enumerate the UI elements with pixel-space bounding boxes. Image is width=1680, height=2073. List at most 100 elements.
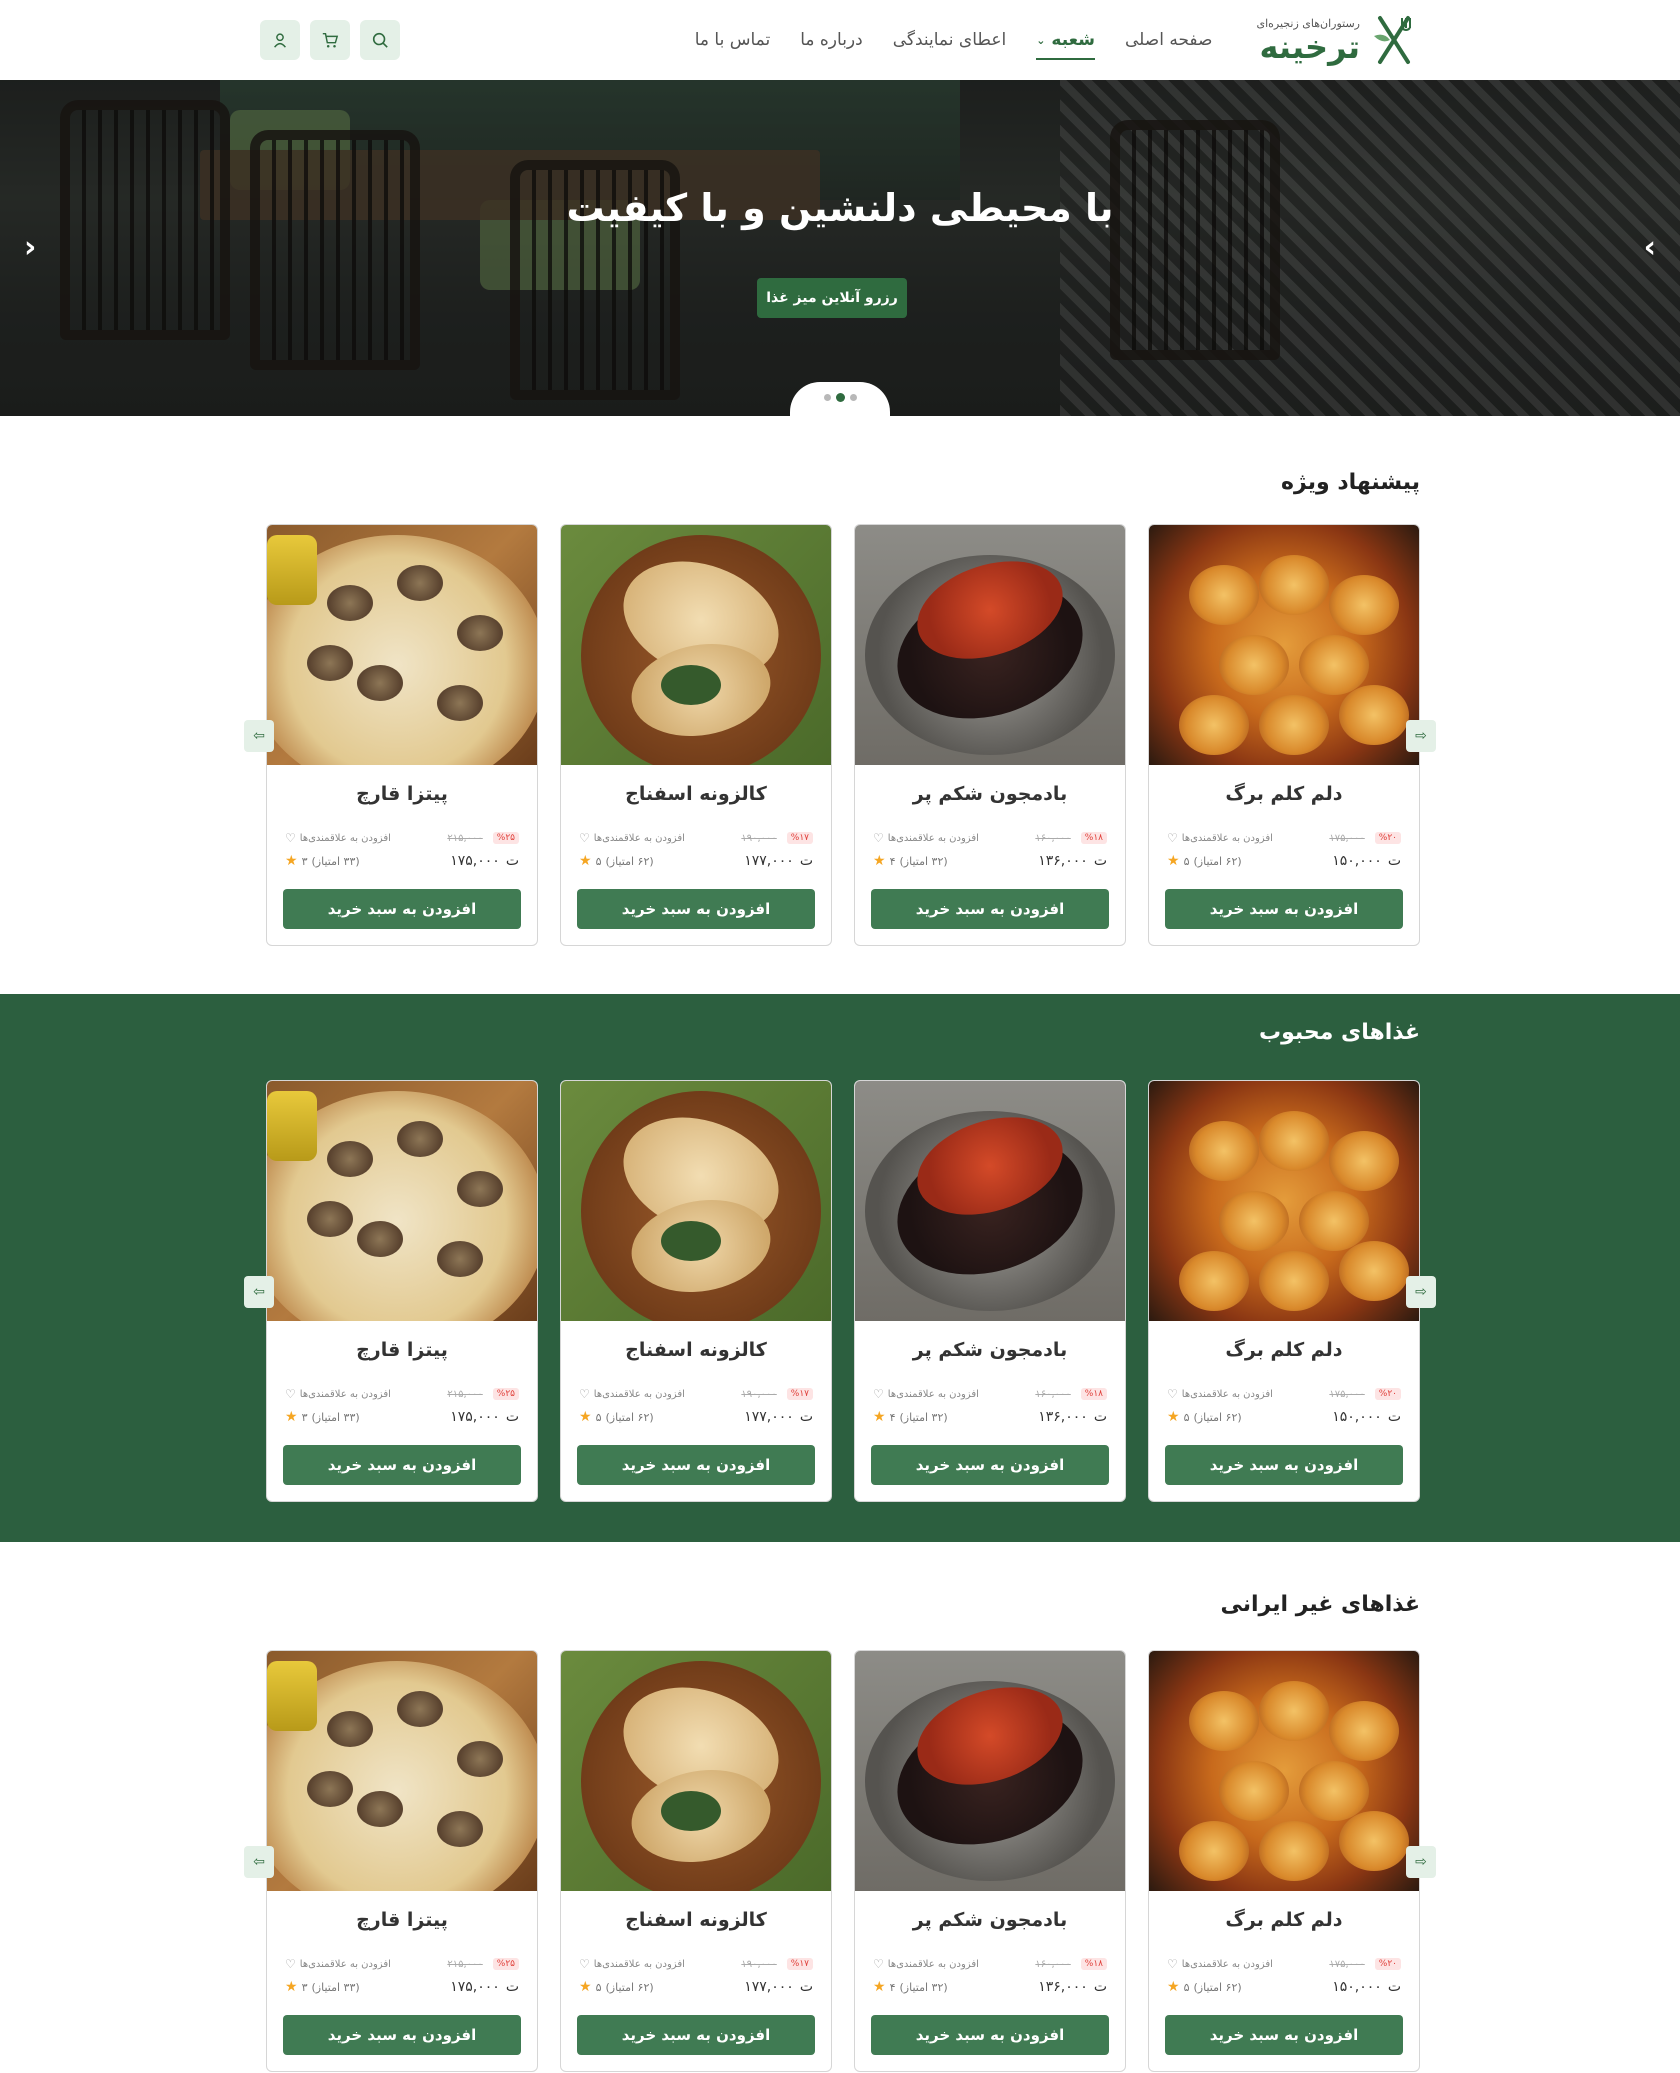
food-detail <box>1219 1191 1289 1251</box>
add-to-cart-button[interactable]: افزودن به سبد خرید <box>1165 1445 1403 1485</box>
nav-item-branch[interactable]: شعبه ⌄ <box>1036 20 1095 60</box>
product-card[interactable]: کالزونه اسفناج %۱۷ ۱۹۰,۰۰۰ افزودن به علا… <box>560 1080 832 1502</box>
product-card[interactable]: بادمجون شکم پر %۱۸ ۱۶۰,۰۰۰ افزودن به علا… <box>854 524 1126 946</box>
slider-dot-active[interactable] <box>835 392 845 402</box>
food-image[interactable] <box>855 525 1125 765</box>
price-value: ۱۵۰,۰۰۰ <box>1332 853 1382 869</box>
product-card[interactable]: پیتزا قارچ %۲۵ ۲۱۵,۰۰۰ افزودن به علاقمند… <box>266 1650 538 2072</box>
product-name[interactable]: پیتزا قارچ <box>267 1909 537 1931</box>
reserve-table-button[interactable]: رزرو آنلاین میز غذا <box>757 278 907 318</box>
carousel-next-arrow-icon[interactable]: ⇨ <box>1406 720 1436 752</box>
product-card[interactable]: پیتزا قارچ %۲۵ ۲۱۵,۰۰۰ افزودن به علاقمند… <box>266 524 538 946</box>
carousel-prev-arrow-icon[interactable]: ⇦ <box>244 1846 274 1878</box>
food-image[interactable] <box>561 1651 831 1891</box>
product-name[interactable]: بادمجون شکم پر <box>855 1339 1125 1361</box>
add-to-wishlist[interactable]: افزودن به علاقمندی‌ها ♡ <box>873 831 979 845</box>
food-detail <box>1189 1691 1259 1751</box>
product-name[interactable]: دلم کلم برگ <box>1149 783 1419 805</box>
slider-dot[interactable] <box>849 393 857 401</box>
food-image[interactable] <box>855 1081 1125 1321</box>
search-button[interactable] <box>360 20 400 60</box>
heart-icon: ♡ <box>285 1957 296 1971</box>
nav-item-home[interactable]: صفحه اصلی <box>1125 20 1212 60</box>
food-image[interactable] <box>561 525 831 765</box>
food-image[interactable] <box>267 1651 537 1891</box>
rating: (۶۲ امتیاز) ۵ ★ <box>1167 1409 1242 1425</box>
votes-count: (۳۳ امتیاز) <box>311 1980 360 1994</box>
food-image[interactable] <box>855 1651 1125 1891</box>
food-detail <box>397 565 443 601</box>
user-button[interactable] <box>260 20 300 60</box>
product-name[interactable]: بادمجون شکم پر <box>855 783 1125 805</box>
logo[interactable]: رستوران‌های زنجیره‌ای ترخینه <box>1256 10 1420 70</box>
add-to-wishlist[interactable]: افزودن به علاقمندی‌ها ♡ <box>579 1957 685 1971</box>
product-card[interactable]: دلم کلم برگ %۲۰ ۱۷۵,۰۰۰ افزودن به علاقمن… <box>1148 524 1420 946</box>
product-name[interactable]: دلم کلم برگ <box>1149 1909 1419 1931</box>
add-to-wishlist[interactable]: افزودن به علاقمندی‌ها ♡ <box>873 1387 979 1401</box>
votes-count: (۳۲ امتیاز) <box>899 1980 948 1994</box>
food-image[interactable] <box>267 525 537 765</box>
rating: (۳۲ امتیاز) ۴ ★ <box>873 1409 948 1425</box>
product-name[interactable]: پیتزا قارچ <box>267 783 537 805</box>
add-to-cart-button[interactable]: افزودن به سبد خرید <box>1165 889 1403 929</box>
carousel-next-arrow-icon[interactable]: ⇨ <box>1406 1276 1436 1308</box>
discount-badge: %۱۸ <box>1080 1958 1107 1970</box>
product-card[interactable]: بادمجون شکم پر %۱۸ ۱۶۰,۰۰۰ افزودن به علا… <box>854 1650 1126 2072</box>
food-detail <box>357 1221 403 1257</box>
add-to-wishlist[interactable]: افزودن به علاقمندی‌ها ♡ <box>1167 1957 1273 1971</box>
add-to-wishlist[interactable]: افزودن به علاقمندی‌ها ♡ <box>873 1957 979 1971</box>
add-to-cart-button[interactable]: افزودن به سبد خرید <box>577 889 815 929</box>
product-name[interactable]: بادمجون شکم پر <box>855 1909 1125 1931</box>
nav-item-about[interactable]: درباره ما <box>800 20 863 60</box>
add-to-cart-button[interactable]: افزودن به سبد خرید <box>871 2015 1109 2055</box>
add-to-wishlist[interactable]: افزودن به علاقمندی‌ها ♡ <box>1167 1387 1273 1401</box>
product-card[interactable]: دلم کلم برگ %۲۰ ۱۷۵,۰۰۰ افزودن به علاقمن… <box>1148 1650 1420 2072</box>
price-value: ۱۷۷,۰۰۰ <box>744 1409 794 1425</box>
add-to-cart-button[interactable]: افزودن به سبد خرید <box>283 2015 521 2055</box>
product-card[interactable]: کالزونه اسفناج %۱۷ ۱۹۰,۰۰۰ افزودن به علا… <box>560 1650 832 2072</box>
add-to-wishlist[interactable]: افزودن به علاقمندی‌ها ♡ <box>579 831 685 845</box>
food-detail <box>1189 565 1259 625</box>
food-image[interactable] <box>1149 1651 1419 1891</box>
food-image[interactable] <box>561 1081 831 1321</box>
add-to-cart-button[interactable]: افزودن به سبد خرید <box>577 1445 815 1485</box>
carousel-prev-arrow-icon[interactable]: ⇦ <box>244 1276 274 1308</box>
product-name[interactable]: دلم کلم برگ <box>1149 1339 1419 1361</box>
food-image[interactable] <box>1149 525 1419 765</box>
product-card[interactable]: پیتزا قارچ %۲۵ ۲۱۵,۰۰۰ افزودن به علاقمند… <box>266 1080 538 1502</box>
product-name[interactable]: پیتزا قارچ <box>267 1339 537 1361</box>
product-name[interactable]: کالزونه اسفناج <box>561 1339 831 1361</box>
product-card[interactable]: بادمجون شکم پر %۱۸ ۱۶۰,۰۰۰ افزودن به علا… <box>854 1080 1126 1502</box>
star-icon: ★ <box>579 1979 592 1995</box>
wishlist-label: افزودن به علاقمندی‌ها <box>887 1958 979 1970</box>
add-to-wishlist[interactable]: افزودن به علاقمندی‌ها ♡ <box>285 831 391 845</box>
heart-icon: ♡ <box>873 831 884 845</box>
cart-button[interactable] <box>310 20 350 60</box>
price-original-group: %۲۵ ۲۱۵,۰۰۰ <box>447 1958 519 1970</box>
add-to-wishlist[interactable]: افزودن به علاقمندی‌ها ♡ <box>285 1387 391 1401</box>
add-to-cart-button[interactable]: افزودن به سبد خرید <box>283 1445 521 1485</box>
slider-dot[interactable] <box>823 393 831 401</box>
food-detail <box>1329 1131 1399 1191</box>
carousel-next-arrow-icon[interactable]: ⇨ <box>1406 1846 1436 1878</box>
add-to-cart-button[interactable]: افزودن به سبد خرید <box>871 1445 1109 1485</box>
carousel-prev-arrow-icon[interactable]: ⇦ <box>244 720 274 752</box>
add-to-wishlist[interactable]: افزودن به علاقمندی‌ها ♡ <box>579 1387 685 1401</box>
nav-item-contact[interactable]: تماس با ما <box>695 20 771 60</box>
slider-prev-icon[interactable]: ‹ <box>24 230 36 265</box>
add-to-wishlist[interactable]: افزودن به علاقمندی‌ها ♡ <box>285 1957 391 1971</box>
add-to-cart-button[interactable]: افزودن به سبد خرید <box>871 889 1109 929</box>
product-name[interactable]: کالزونه اسفناج <box>561 783 831 805</box>
food-image[interactable] <box>1149 1081 1419 1321</box>
wishlist-label: افزودن به علاقمندی‌ها <box>1181 1958 1273 1970</box>
product-card[interactable]: دلم کلم برگ %۲۰ ۱۷۵,۰۰۰ افزودن به علاقمن… <box>1148 1080 1420 1502</box>
add-to-wishlist[interactable]: افزودن به علاقمندی‌ها ♡ <box>1167 831 1273 845</box>
product-card[interactable]: کالزونه اسفناج %۱۷ ۱۹۰,۰۰۰ افزودن به علا… <box>560 524 832 946</box>
slider-next-icon[interactable]: › <box>1644 230 1656 265</box>
add-to-cart-button[interactable]: افزودن به سبد خرید <box>1165 2015 1403 2055</box>
nav-item-franchise[interactable]: اعطای نمایندگی <box>893 20 1007 60</box>
food-image[interactable] <box>267 1081 537 1321</box>
add-to-cart-button[interactable]: افزودن به سبد خرید <box>283 889 521 929</box>
add-to-cart-button[interactable]: افزودن به سبد خرید <box>577 2015 815 2055</box>
product-name[interactable]: کالزونه اسفناج <box>561 1909 831 1931</box>
